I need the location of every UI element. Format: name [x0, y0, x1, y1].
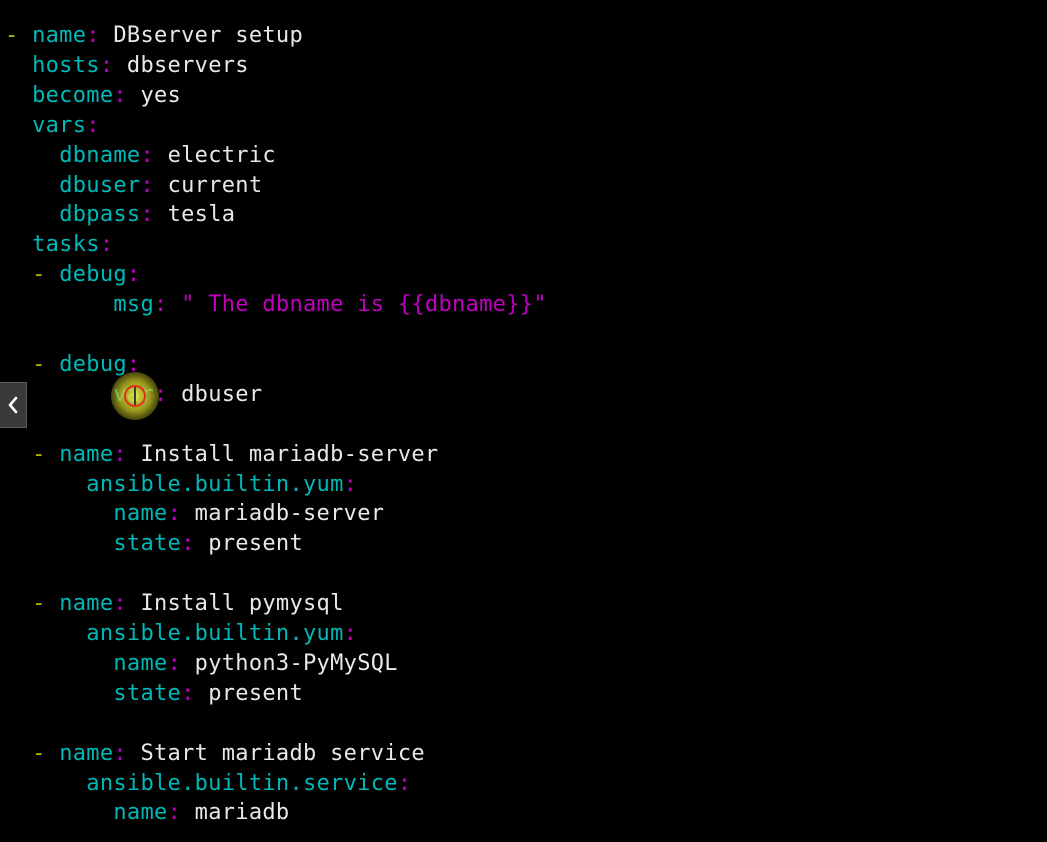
code-line: become: yes: [5, 81, 181, 111]
code-line: hosts: dbservers: [5, 51, 249, 81]
code-line: state: present: [5, 679, 303, 709]
yaml-key: debug: [59, 351, 127, 377]
yaml-colon: :: [154, 292, 168, 318]
yaml-document-marker: ---: [5, 0, 45, 9]
yaml-colon: :: [126, 262, 141, 288]
yaml-colon: :: [86, 23, 100, 48]
code-line: ansible.builtin.yum:: [5, 470, 357, 500]
yaml-colon: :: [99, 232, 114, 258]
yaml-value: present: [208, 531, 304, 557]
yaml-key: state: [113, 531, 182, 557]
yaml-colon: :: [140, 142, 155, 168]
yaml-colon: :: [99, 52, 114, 78]
yaml-key: name: [113, 650, 168, 676]
code-line: - name: Install mariadb-server: [5, 440, 438, 470]
yaml-value: dbuser: [181, 381, 263, 407]
code-line: name: mariadb: [5, 798, 289, 828]
code-line: name: mariadb-server: [5, 499, 384, 529]
yaml-key: tasks: [32, 232, 100, 258]
chevron-left-icon: [8, 396, 18, 414]
yaml-value: present: [208, 680, 304, 706]
yaml-colon: :: [181, 680, 195, 706]
yaml-value: yes: [140, 82, 182, 108]
yaml-colon: :: [154, 381, 168, 407]
code-line: dbname: electric: [5, 141, 276, 171]
code-line: dbuser: current: [5, 171, 262, 201]
yaml-key: vars: [32, 112, 87, 138]
yaml-key: debug: [59, 262, 127, 288]
yaml-key: name: [113, 501, 168, 527]
yaml-colon: :: [140, 172, 155, 198]
side-panel-toggle-button[interactable]: [0, 382, 27, 428]
yaml-colon: :: [181, 531, 195, 557]
yaml-colon: :: [167, 800, 182, 826]
yaml-key: name: [59, 591, 114, 617]
yaml-key: ansible.builtin.yum: [86, 471, 344, 497]
yaml-key: ansible.builtin.service: [86, 770, 398, 796]
yaml-colon: :: [113, 591, 127, 617]
yaml-string-value: " The dbname is {{dbname}}": [181, 292, 547, 318]
yaml-key: name: [113, 800, 168, 826]
code-line: - debug:: [5, 260, 140, 290]
code-line: ansible.builtin.service:: [5, 769, 411, 799]
yaml-colon: :: [343, 621, 358, 646]
yaml-key: dbpass: [59, 202, 141, 228]
yaml-value: python3-PyMySQL: [194, 650, 398, 676]
list-dash: -: [5, 23, 19, 48]
yaml-value: Install mariadb-server: [140, 441, 439, 467]
code-line: - name: Start mariadb service: [5, 739, 425, 769]
yaml-colon: :: [126, 351, 141, 377]
yaml-value: mariadb-server: [194, 501, 385, 527]
code-line: var: dbuser: [5, 380, 262, 410]
yaml-value: Start mariadb service: [140, 740, 425, 766]
terminal-editor[interactable]: --- - name: DBserver setup hosts: dbserv…: [0, 0, 1047, 842]
list-dash: -: [32, 351, 46, 377]
yaml-key: msg: [113, 292, 155, 318]
yaml-colon: :: [343, 471, 358, 497]
yaml-value: Install pymysql: [140, 591, 344, 617]
yaml-value: electric: [167, 142, 276, 168]
code-line: dbpass: tesla: [5, 200, 235, 230]
yaml-key: name: [59, 740, 114, 766]
yaml-colon: :: [140, 202, 155, 228]
yaml-value: DBserver setup: [113, 23, 304, 48]
yaml-key: become: [32, 82, 114, 108]
yaml-key: var: [113, 381, 155, 407]
yaml-colon: :: [167, 650, 182, 676]
list-dash: -: [32, 591, 46, 617]
code-line: msg: " The dbname is {{dbname}}": [5, 290, 547, 320]
code-line: - name: DBserver setup: [5, 21, 303, 51]
code-line: - name: Install pymysql: [5, 589, 344, 619]
yaml-value: current: [167, 172, 263, 198]
yaml-colon: :: [113, 82, 127, 108]
yaml-value: mariadb: [194, 800, 290, 826]
yaml-key: state: [113, 680, 182, 706]
yaml-colon: :: [113, 441, 127, 467]
code-line: tasks:: [5, 230, 113, 260]
yaml-key: name: [32, 23, 87, 48]
code-line: state: present: [5, 529, 303, 559]
yaml-value: dbservers: [126, 52, 249, 78]
yaml-key: hosts: [32, 52, 100, 78]
code-line: vars:: [5, 111, 100, 141]
list-dash: -: [32, 441, 46, 467]
yaml-colon: :: [397, 770, 412, 796]
yaml-key: name: [59, 441, 114, 467]
yaml-key: dbname: [59, 142, 141, 168]
yaml-value: tesla: [167, 202, 236, 228]
list-dash: -: [32, 740, 46, 766]
yaml-colon: :: [86, 112, 100, 138]
list-dash: -: [32, 262, 46, 288]
yaml-colon: :: [113, 740, 127, 766]
yaml-colon: :: [167, 501, 182, 527]
yaml-key: dbuser: [59, 172, 141, 198]
code-line: name: python3-PyMySQL: [5, 649, 398, 679]
code-line: ansible.builtin.yum:: [5, 619, 357, 649]
code-line: - debug:: [5, 350, 140, 380]
yaml-key: ansible.builtin.yum: [86, 621, 344, 646]
